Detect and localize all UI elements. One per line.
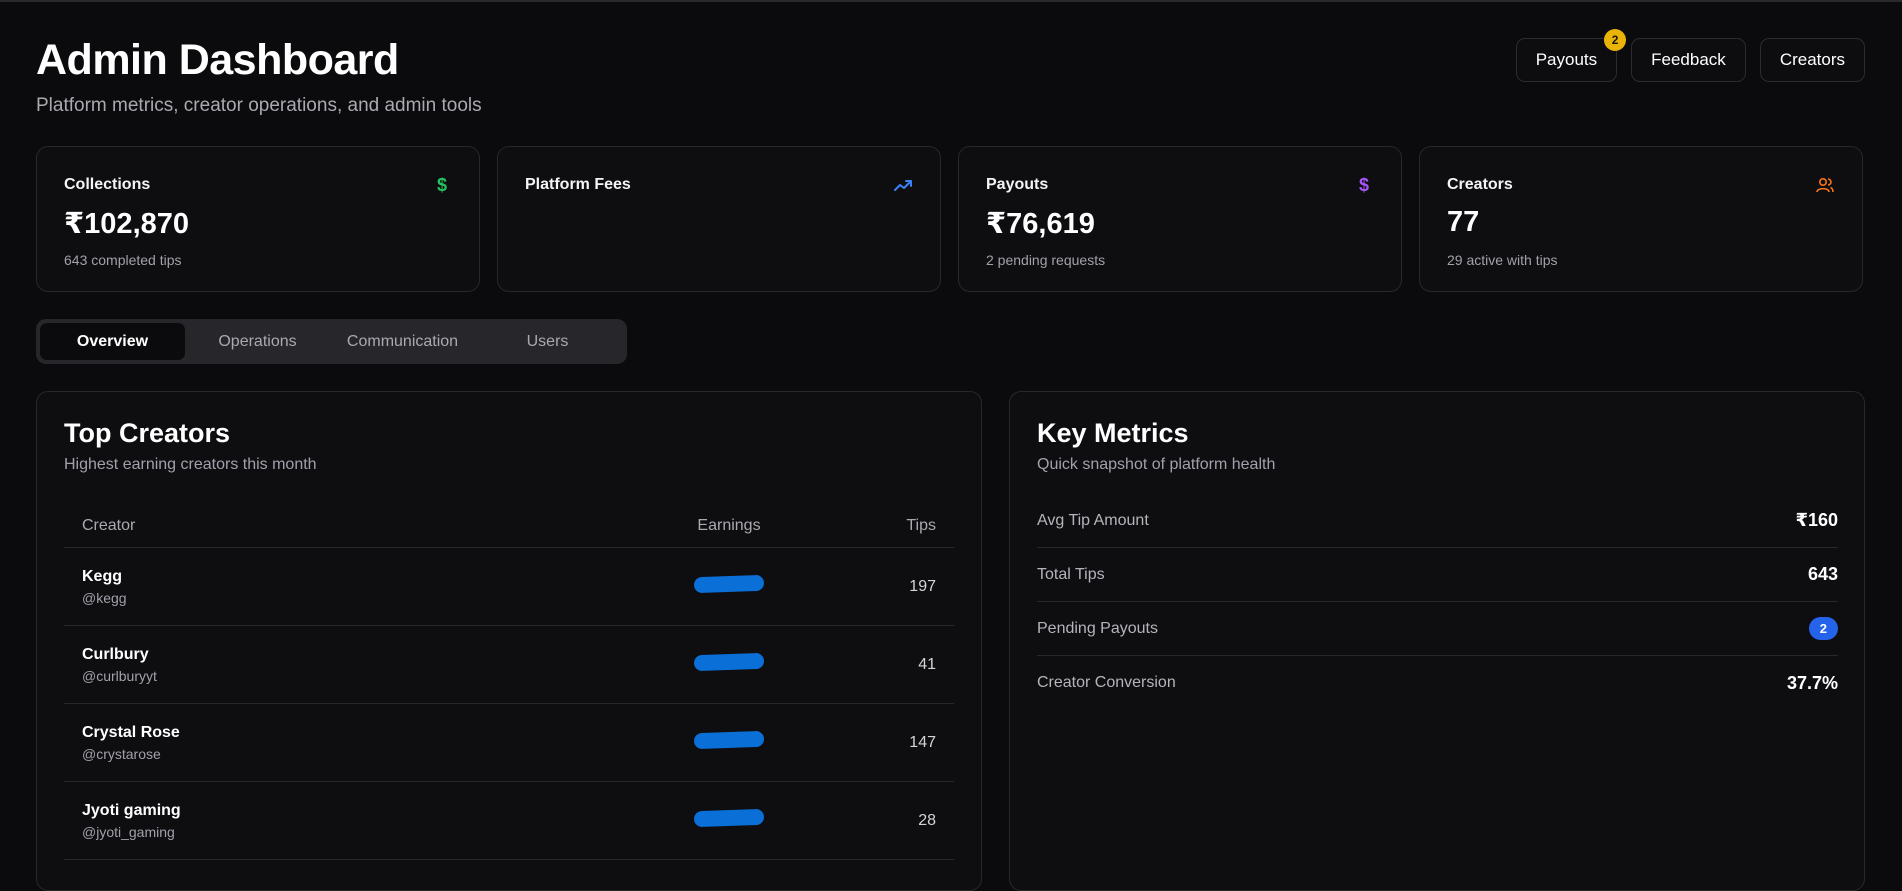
creator-name: Kegg xyxy=(82,567,122,585)
creator-handle: @curlburyyt xyxy=(82,667,157,684)
creator-name: Crystal Rose xyxy=(82,723,180,741)
table-row[interactable]: Curlbury @curlburyyt 41 xyxy=(64,626,954,704)
tips-cell: 41 xyxy=(918,655,936,673)
table-row[interactable]: Crystal Rose @crystarose 147 xyxy=(64,704,954,782)
metric-value: 643 xyxy=(1807,564,1838,584)
redaction-scribble xyxy=(693,652,765,672)
tips-cell: 28 xyxy=(918,811,936,829)
column-header-creator: Creator xyxy=(82,516,136,534)
stat-value: 77 xyxy=(1447,206,1480,238)
earnings-cell xyxy=(664,574,794,597)
page-title: Admin Dashboard xyxy=(36,36,399,84)
metric-row-creator-conversion: Creator Conversion 37.7% xyxy=(1037,656,1838,710)
pending-payouts-badge: 2 xyxy=(1808,617,1838,640)
payouts-button[interactable]: Payouts 2 xyxy=(1515,29,1627,82)
redaction-scribble xyxy=(693,730,765,750)
trending-up-icon xyxy=(893,175,913,195)
metric-label: Avg Tip Amount xyxy=(1037,511,1149,529)
top-creators-panel: Top Creators Highest earning creators th… xyxy=(36,391,982,891)
table-row[interactable]: Kegg @kegg 197 xyxy=(64,548,954,626)
tab-operations[interactable]: Operations xyxy=(185,323,330,360)
header-actions: Payouts 2 Feedback Creators xyxy=(1515,29,1865,82)
metric-row-total-tips: Total Tips 643 xyxy=(1037,548,1838,602)
stat-card-collections: Collections ₹102,870 643 completed tips … xyxy=(36,146,480,292)
metric-value: 37.7% xyxy=(1786,672,1838,693)
column-header-tips: Tips xyxy=(906,516,936,534)
creators-button[interactable]: Creators xyxy=(1759,38,1865,82)
stat-subtext-redacted xyxy=(525,252,913,269)
feedback-button[interactable]: Feedback xyxy=(1631,38,1746,82)
dollar-icon: $ xyxy=(436,174,447,195)
panel-subtitle: Quick snapshot of platform health xyxy=(1037,456,1276,473)
creators-button-label: Creators xyxy=(1779,50,1845,69)
creator-cell: Jyoti gaming @jyoti_gaming xyxy=(64,802,664,840)
creator-cell: Curlbury @curlburyyt xyxy=(64,646,664,684)
creator-handle: @jyoti_gaming xyxy=(82,823,175,840)
earnings-cell xyxy=(664,808,794,831)
table-header: Creator Earnings Tips xyxy=(64,504,954,548)
payouts-count-badge: 2 xyxy=(1604,29,1627,51)
panel-title: Top Creators xyxy=(64,418,231,448)
users-icon xyxy=(1815,175,1835,195)
stat-card-platform-fees: Platform Fees xyxy=(497,146,941,292)
key-metrics-panel: Key Metrics Quick snapshot of platform h… xyxy=(1009,391,1865,891)
creator-name: Jyoti gaming xyxy=(82,801,181,819)
panel-title: Key Metrics xyxy=(1037,418,1189,448)
stat-card-creators: Creators 77 29 active with tips xyxy=(1419,146,1863,292)
feedback-button-label: Feedback xyxy=(1651,50,1726,69)
metric-label: Total Tips xyxy=(1037,565,1105,583)
creator-cell: Kegg @kegg xyxy=(64,568,664,606)
dashboard-tabs: Overview Operations Communication Users xyxy=(36,319,627,364)
metric-value: ₹160 xyxy=(1795,510,1838,530)
stat-label: Creators xyxy=(1447,176,1513,193)
column-header-earnings: Earnings xyxy=(697,516,761,534)
dollar-icon: $ xyxy=(1358,174,1369,195)
payouts-button-label: Payouts xyxy=(1535,50,1598,69)
tab-overview[interactable]: Overview xyxy=(40,323,185,360)
creator-handle: @crystarose xyxy=(82,745,161,762)
stat-cards: Collections ₹102,870 643 completed tips … xyxy=(36,146,1865,292)
tab-users[interactable]: Users xyxy=(475,323,620,360)
page-subtitle: Platform metrics, creator operations, an… xyxy=(36,95,482,116)
metric-label: Pending Payouts xyxy=(1037,619,1158,637)
panel-subtitle: Highest earning creators this month xyxy=(64,456,317,473)
stat-subtext: 2 pending requests xyxy=(986,252,1106,268)
stat-subtext: 29 active with tips xyxy=(1447,252,1558,268)
stat-label: Collections xyxy=(64,176,151,193)
tips-cell: 197 xyxy=(909,577,936,595)
creator-handle: @kegg xyxy=(82,589,127,606)
stat-subtext: 643 completed tips xyxy=(64,252,182,268)
earnings-cell xyxy=(664,730,794,753)
stat-value: ₹76,619 xyxy=(986,208,1095,240)
metric-row-avg-tip: Avg Tip Amount ₹160 xyxy=(1037,494,1838,548)
earnings-cell xyxy=(664,652,794,675)
table-row[interactable]: Jyoti gaming @jyoti_gaming 28 xyxy=(64,782,954,860)
redaction-scribble xyxy=(693,808,765,828)
metric-row-pending-payouts: Pending Payouts 2 xyxy=(1037,602,1838,656)
stat-label: Platform Fees xyxy=(525,176,631,193)
tab-communication[interactable]: Communication xyxy=(330,323,475,360)
stat-value: ₹102,870 xyxy=(64,208,190,240)
metric-label: Creator Conversion xyxy=(1037,674,1176,691)
tips-cell: 147 xyxy=(909,733,936,751)
redaction-scribble xyxy=(693,574,765,594)
stat-value-redacted xyxy=(525,206,913,240)
stat-card-payouts: Payouts ₹76,619 2 pending requests $ xyxy=(958,146,1402,292)
top-creators-table: Creator Earnings Tips Kegg @kegg 197 Cur… xyxy=(64,504,954,860)
creator-name: Curlbury xyxy=(82,645,149,663)
creator-cell: Crystal Rose @crystarose xyxy=(64,724,664,762)
stat-label: Payouts xyxy=(986,176,1049,193)
admin-dashboard-page: Admin Dashboard Platform metrics, creato… xyxy=(36,0,1865,891)
metrics-list: Avg Tip Amount ₹160 Total Tips 643 Pendi… xyxy=(1037,494,1838,710)
